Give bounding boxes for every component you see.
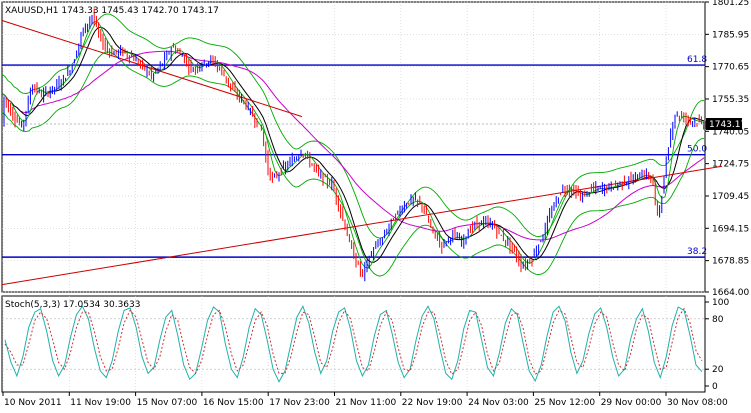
x-tick-label: 10 Nov 2011 [4,398,62,408]
stochastic-header: Stoch(5,3,3) 17.0534 30.3633 [5,300,140,310]
y-tick-label: 1694.15 [712,224,749,234]
x-tick-label: 11 Nov 19:00 [70,398,131,408]
price-y-axis: 1801.251785.951770.651755.351740.051724.… [705,0,749,298]
stochastic-y-axis: 100 80 20 0 [705,298,729,392]
x-tick-label: 25 Nov 12:00 [534,398,595,408]
stochastic-tick-label: 80 [712,315,724,325]
x-tick-label: 16 Nov 15:00 [203,398,264,408]
y-tick-label: 1785.95 [712,30,749,40]
x-tick-label: 22 Nov 19:00 [402,398,463,408]
y-tick-label: 1724.75 [712,160,749,170]
fib-level-label: 38.2 [687,247,707,257]
y-tick-label: 1709.45 [712,192,749,202]
y-tick-label: 1770.65 [712,63,749,73]
stochastic-tick-label: 100 [712,298,729,308]
x-tick-label: 30 Nov 08:00 [667,398,728,408]
x-tick-label: 24 Nov 03:00 [468,398,529,408]
price-header: XAUUSD,H1 1743.33 1745.43 1742.70 1743.1… [5,6,219,16]
x-tick-label: 21 Nov 11:00 [336,398,397,408]
y-tick-label: 1801.25 [712,0,749,8]
y-tick-label: 1664.00 [712,288,749,298]
fib-level-label: 50.0 [687,145,707,155]
x-tick-label: 29 Nov 00:00 [601,398,662,408]
x-tick-label: 17 Nov 23:00 [269,398,330,408]
x-tick-label: 15 Nov 07:00 [137,398,198,408]
stochastic-tick-label: 20 [712,365,724,375]
y-tick-label: 1755.35 [712,95,749,105]
chart-canvas: 1801.251785.951770.651755.351740.051724.… [1,0,749,408]
current-price-label: 1743.17 [709,120,746,130]
y-tick-label: 1678.85 [712,257,749,267]
current-price-tag: 1743.17 [706,118,746,130]
time-axis: 10 Nov 2011 11 Nov 19:00 15 Nov 07:00 16 No… [2,392,728,408]
stochastic-tick-label: 0 [712,382,718,392]
fib-level-label: 61.8 [687,55,707,65]
